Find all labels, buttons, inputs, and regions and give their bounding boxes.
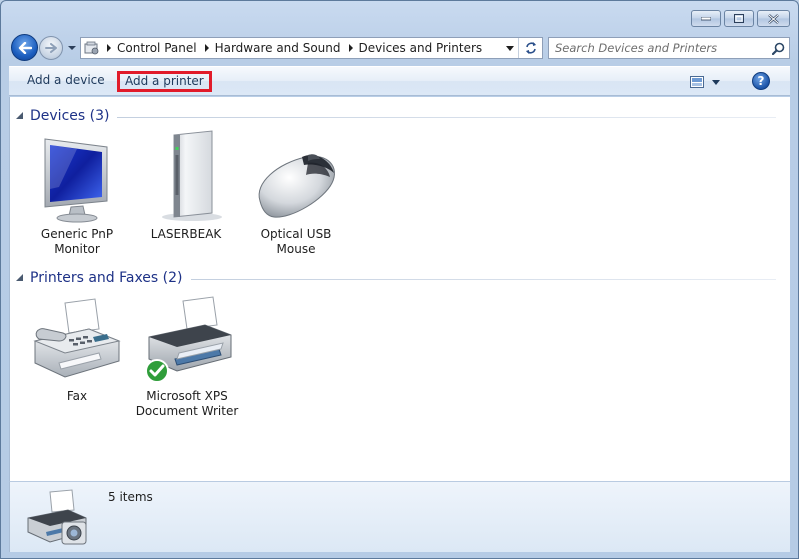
computer-tower-icon xyxy=(130,127,242,223)
group-header-printers[interactable]: Printers and Faxes (2) xyxy=(10,267,776,289)
change-view-button[interactable] xyxy=(690,73,728,91)
device-label: LASERBEAK xyxy=(150,227,222,241)
back-arrow-icon xyxy=(18,41,32,54)
breadcrumb-devices-and-printers[interactable]: Devices and Printers xyxy=(357,38,487,58)
group-divider xyxy=(190,278,776,280)
breadcrumb-hardware-and-sound[interactable]: Hardware and Sound xyxy=(213,38,345,58)
item-count: 5 items xyxy=(108,490,153,504)
maximize-icon xyxy=(734,14,744,23)
window-frame: Control Panel Hardware and Sound Devices… xyxy=(0,0,799,559)
breadcrumb-separator[interactable] xyxy=(103,38,115,58)
close-button[interactable] xyxy=(757,10,790,27)
help-button[interactable]: ? xyxy=(752,72,770,90)
chevron-down-icon xyxy=(506,45,514,51)
search-button[interactable] xyxy=(767,38,789,58)
chevron-down-icon xyxy=(68,46,76,50)
group-header-devices[interactable]: Devices (3) xyxy=(10,105,776,127)
details-pane: 5 items xyxy=(9,481,790,552)
help-icon: ? xyxy=(757,74,765,88)
group-title-printers: Printers and Faxes (2) xyxy=(30,270,183,286)
fax-icon xyxy=(21,289,133,385)
view-options-icon xyxy=(690,76,704,88)
address-dropdown-button[interactable] xyxy=(502,38,518,58)
printer-icon xyxy=(131,289,243,385)
printer-tile-xps[interactable]: Microsoft XPS Document Writer xyxy=(131,289,243,419)
add-printer-button[interactable]: Add a printer xyxy=(117,71,212,92)
device-tile-laserbeak[interactable]: LASERBEAK xyxy=(130,127,242,242)
caption-buttons xyxy=(691,10,790,27)
device-label: Optical USB Mouse xyxy=(260,227,332,256)
search-input[interactable] xyxy=(549,38,767,58)
device-tile-mouse[interactable]: Optical USB Mouse xyxy=(240,127,352,257)
collapse-icon[interactable] xyxy=(10,267,30,289)
printer-label: Microsoft XPS Document Writer xyxy=(135,389,239,418)
add-device-button[interactable]: Add a device xyxy=(21,71,111,92)
breadcrumb-control-panel[interactable]: Control Panel xyxy=(115,38,201,58)
navigation-bar: Control Panel Hardware and Sound Devices… xyxy=(9,34,790,62)
refresh-icon xyxy=(525,42,536,54)
devices-view[interactable]: Devices (3) Generic PnP Monitor LASERBEA… xyxy=(9,97,790,481)
maximize-button[interactable] xyxy=(724,10,754,27)
close-icon xyxy=(768,13,779,24)
forward-arrow-icon xyxy=(45,43,57,53)
refresh-button[interactable] xyxy=(518,38,542,58)
control-panel-icon xyxy=(81,38,103,58)
chevron-down-icon xyxy=(712,79,720,85)
printer-tile-fax[interactable]: Fax xyxy=(21,289,133,404)
minimize-button[interactable] xyxy=(691,10,721,27)
breadcrumb-separator[interactable] xyxy=(345,38,357,58)
collapse-icon[interactable] xyxy=(10,105,30,127)
recent-pages-button[interactable] xyxy=(66,42,78,54)
address-bar[interactable]: Control Panel Hardware and Sound Devices… xyxy=(80,37,543,59)
monitor-icon xyxy=(21,127,133,223)
search-box[interactable] xyxy=(548,37,790,59)
command-bar: Add a device Add a printer ? xyxy=(9,66,790,96)
breadcrumb-separator[interactable] xyxy=(201,38,213,58)
device-label: Generic PnP Monitor xyxy=(40,227,114,256)
forward-button[interactable] xyxy=(39,36,63,60)
default-check-icon xyxy=(145,359,169,383)
devices-and-printers-icon xyxy=(24,488,92,550)
mouse-icon xyxy=(240,127,352,223)
minimize-icon xyxy=(701,16,711,20)
group-title-devices: Devices (3) xyxy=(30,108,110,124)
group-divider xyxy=(117,116,776,118)
back-button[interactable] xyxy=(11,34,38,61)
device-tile-monitor[interactable]: Generic PnP Monitor xyxy=(21,127,133,257)
printer-label: Fax xyxy=(66,389,88,403)
search-icon xyxy=(771,42,784,55)
